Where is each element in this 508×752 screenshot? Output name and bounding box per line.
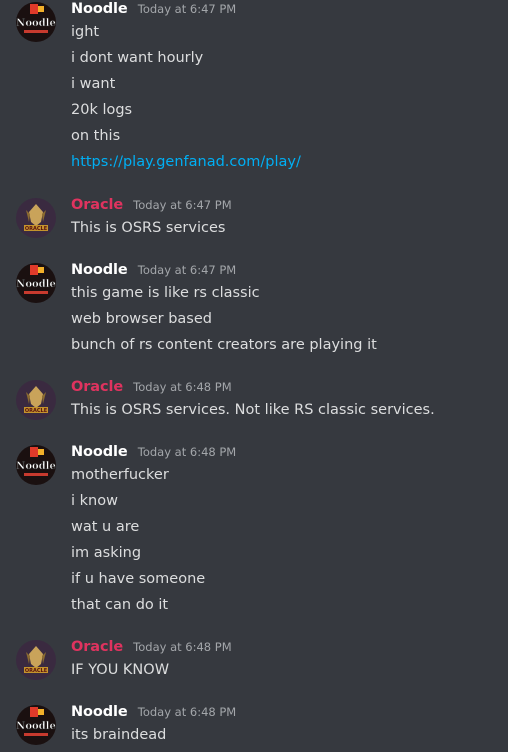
username[interactable]: Noodle <box>71 262 128 278</box>
oracle-avatar[interactable]: ORACLE <box>16 198 56 238</box>
message-text: web browser based <box>71 311 212 327</box>
message-text: im asking <box>71 545 142 561</box>
noodle-avatar[interactable]: Noodle <box>16 2 56 42</box>
message-text: on this <box>71 128 121 144</box>
message-text: this game is like rs classic <box>71 285 260 301</box>
timestamp: Today at 6:48 PM <box>137 445 237 459</box>
message-text: This is OSRS services <box>71 220 226 236</box>
message-text: if u have someone <box>71 571 206 587</box>
message-text: 20k logs <box>71 102 133 118</box>
message-text: ight <box>71 24 100 40</box>
message-text: that can do it <box>71 597 169 613</box>
svg-text:ORACLE: ORACLE <box>25 668 48 674</box>
oracle-avatar[interactable]: ORACLE <box>16 640 56 680</box>
username[interactable]: Oracle <box>71 639 123 655</box>
noodle-avatar[interactable]: Noodle <box>16 263 56 303</box>
username[interactable]: Noodle <box>71 444 128 460</box>
message-text: motherfucker <box>71 467 169 483</box>
message-text: This is OSRS services. Not like RS class… <box>71 402 435 418</box>
timestamp: Today at 6:48 PM <box>133 380 232 394</box>
svg-text:Noodle: Noodle <box>16 461 56 472</box>
message-text: i dont want hourly <box>71 50 204 66</box>
timestamp: Today at 6:48 PM <box>137 705 237 719</box>
svg-text:Noodle: Noodle <box>16 279 56 290</box>
timestamp: Today at 6:47 PM <box>137 263 237 277</box>
message-text: i know <box>71 493 118 509</box>
message-text: i want <box>71 76 116 92</box>
noodle-avatar[interactable]: Noodle <box>16 445 56 485</box>
svg-text:ORACLE: ORACLE <box>25 408 48 414</box>
svg-text:Noodle: Noodle <box>16 721 56 732</box>
svg-text:ORACLE: ORACLE <box>25 226 48 232</box>
username[interactable]: Oracle <box>71 197 123 213</box>
message-text: its braindead <box>71 727 167 743</box>
noodle-avatar[interactable]: Noodle <box>16 705 56 745</box>
oracle-avatar[interactable]: ORACLE <box>16 380 56 420</box>
message-link[interactable]: https://play.genfanad.com/play/ <box>71 153 301 171</box>
timestamp: Today at 6:47 PM <box>133 198 232 212</box>
timestamp: Today at 6:47 PM <box>137 2 237 16</box>
message-text: wat u are <box>71 519 140 535</box>
message-text: IF YOU KNOW <box>71 662 170 678</box>
username[interactable]: Noodle <box>71 1 128 17</box>
username[interactable]: Noodle <box>71 704 128 720</box>
username[interactable]: Oracle <box>71 379 123 395</box>
svg-text:Noodle: Noodle <box>16 18 56 29</box>
timestamp: Today at 6:48 PM <box>133 640 232 654</box>
message-text: bunch of rs content creators are playing… <box>71 337 377 353</box>
